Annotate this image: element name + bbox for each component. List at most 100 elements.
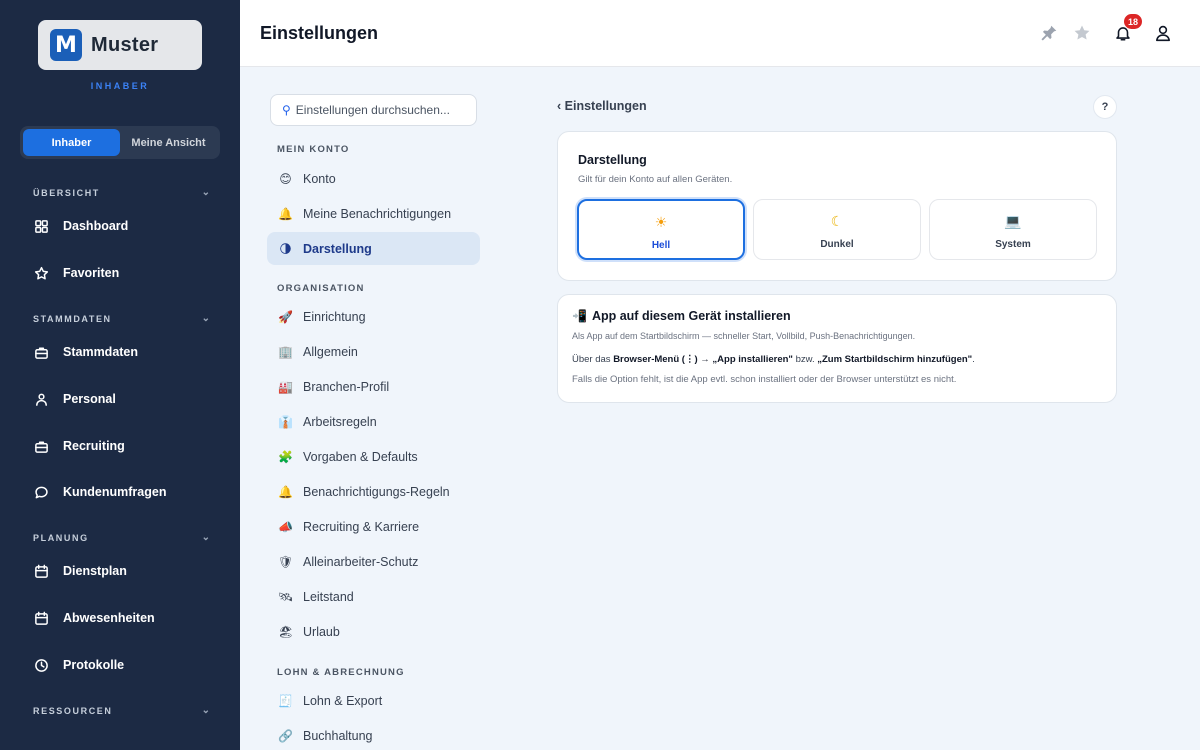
settings-item-label: Alleinarbeiter-Schutz xyxy=(303,554,419,569)
briefcase-icon xyxy=(33,344,49,360)
settings-item-vorgaben-defaults[interactable]: 🧩 Vorgaben & Defaults xyxy=(267,440,480,473)
toggle-inhaber[interactable]: Inhaber xyxy=(23,129,120,156)
settings-item-arbeitsregeln[interactable]: 👔 Arbeitsregeln xyxy=(267,405,480,438)
theme-option-hell[interactable]: ☀ Hell xyxy=(577,199,745,260)
star-icon[interactable] xyxy=(1071,22,1093,44)
settings-item-einrichtung[interactable]: 🚀 Einrichtung xyxy=(267,300,480,333)
section-planung[interactable]: PLANUNG ⌄ xyxy=(33,532,210,543)
chevron-down-icon: ⌄ xyxy=(201,532,210,543)
page-title: Einstellungen xyxy=(260,23,379,43)
section-ressourcen[interactable]: RESSOURCEN ⌄ xyxy=(33,705,210,716)
sun-icon: ☀ xyxy=(654,215,668,231)
sidebar-item-label: Kundenumfragen xyxy=(63,485,167,499)
settings-item-lohn-export[interactable]: 🧾 Lohn & Export xyxy=(267,684,480,717)
people-icon xyxy=(33,391,49,407)
grid-icon xyxy=(33,218,49,234)
settings-item-konto[interactable]: 😊 Konto xyxy=(267,162,480,195)
settings-item-label: Lohn & Export xyxy=(303,693,383,708)
megaphone-icon: 📣 xyxy=(278,519,293,534)
calendar-icon xyxy=(33,563,49,579)
settings-item-label: Branchen-Profil xyxy=(303,379,390,394)
section-label: PLANUNG xyxy=(33,532,89,543)
theme-label: Hell xyxy=(651,240,671,251)
briefcase-icon xyxy=(33,438,49,454)
settings-item-buchhaltung[interactable]: 🔗 Buchhaltung xyxy=(267,719,480,750)
user-icon[interactable] xyxy=(1152,22,1174,44)
settings-search: ⚲ xyxy=(270,94,477,126)
view-toggle: Inhaber Meine Ansicht xyxy=(20,126,220,159)
clock-icon xyxy=(33,657,49,673)
sidebar-item-kundenumfragen[interactable]: Kundenumfragen xyxy=(33,480,223,504)
top-header: Einstellungen 18 xyxy=(240,0,1200,67)
toggle-meine-ansicht[interactable]: Meine Ansicht xyxy=(120,129,217,156)
theme-label: Dunkel xyxy=(820,239,854,250)
install-card: 📲 App auf diesem Gerät installieren Als A… xyxy=(557,294,1117,403)
moon-icon: ☾ xyxy=(830,214,844,230)
section-uebersicht[interactable]: ÜBERSICHT ⌄ xyxy=(33,187,210,198)
appearance-card: Darstellung Gilt für dein Konto auf alle… xyxy=(557,131,1117,281)
settings-item-label: Leitstand xyxy=(303,589,354,604)
sidebar-item-label: Abwesenheiten xyxy=(63,611,155,625)
sidebar-item-protokolle[interactable]: Protokolle xyxy=(33,653,223,677)
settings-item-branchen-profil[interactable]: 🏭 Branchen-Profil xyxy=(267,370,480,403)
chevron-down-icon: ⌄ xyxy=(201,313,210,324)
sidebar-item-recruiting[interactable]: Recruiting xyxy=(33,434,223,458)
card-subtitle: Gilt für dein Konto auf allen Geräten. xyxy=(578,174,733,185)
settings-item-label: Allgemein xyxy=(303,344,358,359)
settings-item-label: Vorgaben & Defaults xyxy=(303,449,418,464)
puzzle-icon: 🧩 xyxy=(278,449,293,464)
half-moon-icon: 🌗 xyxy=(279,241,292,256)
bell-icon: 🔔 xyxy=(278,484,293,499)
settings-item-label: Einrichtung xyxy=(303,309,366,324)
sidebar-item-abwesenheiten[interactable]: Abwesenheiten xyxy=(33,606,223,630)
settings-item-label: Buchhaltung xyxy=(303,728,373,743)
settings-item-leitstand[interactable]: 🛰 Leitstand xyxy=(267,580,480,613)
settings-section-lohn: LOHN & ABRECHNUNG xyxy=(277,667,405,678)
settings-item-label: Meine Benachrichtigungen xyxy=(303,206,452,221)
settings-item-darstellung[interactable]: 🌗 Darstellung xyxy=(267,232,480,265)
computer-icon: 💻 xyxy=(1004,214,1022,230)
settings-item-recruiting-karriere[interactable]: 📣 Recruiting & Karriere xyxy=(267,510,480,543)
install-instruction: Über das Browser-Menü (⋮) → „App install… xyxy=(572,354,975,365)
settings-search-input[interactable] xyxy=(295,103,456,117)
settings-item-alleinarbeiter-schutz[interactable]: 🛡 Alleinarbeiter-Schutz xyxy=(267,545,480,578)
section-label: STAMMDATEN xyxy=(33,313,112,324)
sidebar-item-dashboard[interactable]: Dashboard xyxy=(33,214,223,238)
settings-item-allgemein[interactable]: 🏢 Allgemein xyxy=(267,335,480,368)
shield-icon: 🛡 xyxy=(278,554,294,569)
instruction-browser-menu: Browser-Menü (⋮) → „App installieren" xyxy=(613,354,793,365)
theme-option-system[interactable]: 💻 System xyxy=(929,199,1097,260)
card-title: Darstellung xyxy=(578,153,647,167)
sidebar: M Muster INHABER Inhaber Meine Ansicht Ü… xyxy=(0,0,240,750)
chevron-down-icon: ⌄ xyxy=(201,187,210,198)
settings-item-label: Urlaub xyxy=(303,624,340,639)
help-button[interactable]: ? xyxy=(1093,95,1117,119)
sidebar-item-favoriten[interactable]: Favoriten xyxy=(33,261,223,285)
theme-option-dunkel[interactable]: ☾ Dunkel xyxy=(753,199,921,260)
logo[interactable]: M Muster xyxy=(38,20,202,70)
back-link[interactable]: ‹ Einstellungen xyxy=(557,99,647,113)
sidebar-item-personal[interactable]: Personal xyxy=(33,387,223,411)
calendar-icon xyxy=(33,610,49,626)
instruction-text: bzw. xyxy=(792,354,818,365)
sidebar-item-label: Stammdaten xyxy=(63,345,139,359)
pin-icon[interactable] xyxy=(1038,22,1060,44)
settings-item-urlaub[interactable]: 🏖 Urlaub xyxy=(267,615,480,648)
settings-item-benachrichtigungs-regeln[interactable]: 🔔 Benachrichtigungs-Regeln xyxy=(267,475,480,508)
settings-section-mein-konto: MEIN KONTO xyxy=(277,144,350,155)
factory-icon: 🏭 xyxy=(278,379,293,394)
building-icon: 🏢 xyxy=(278,344,293,359)
section-stammdaten[interactable]: STAMMDATEN ⌄ xyxy=(33,313,210,324)
sidebar-item-stammdaten[interactable]: Stammdaten xyxy=(33,340,223,364)
settings-item-label: Konto xyxy=(303,171,336,186)
settings-item-meine-benachrichtigungen[interactable]: 🔔 Meine Benachrichtigungen xyxy=(267,197,480,230)
install-note: Falls die Option fehlt, ist die App evtl… xyxy=(572,374,957,385)
settings-item-label: Recruiting & Karriere xyxy=(303,519,420,534)
satellite-icon: 🛰 xyxy=(278,589,294,604)
section-label: ÜBERSICHT xyxy=(33,187,100,198)
sidebar-item-label: Protokolle xyxy=(63,658,125,672)
instruction-homescreen: „Zum Startbildschirm hinzufügen" xyxy=(817,354,973,365)
necktie-icon: 👔 xyxy=(278,414,293,429)
install-title: App auf diesem Gerät installieren xyxy=(591,309,791,323)
sidebar-item-dienstplan[interactable]: Dienstplan xyxy=(33,559,223,583)
